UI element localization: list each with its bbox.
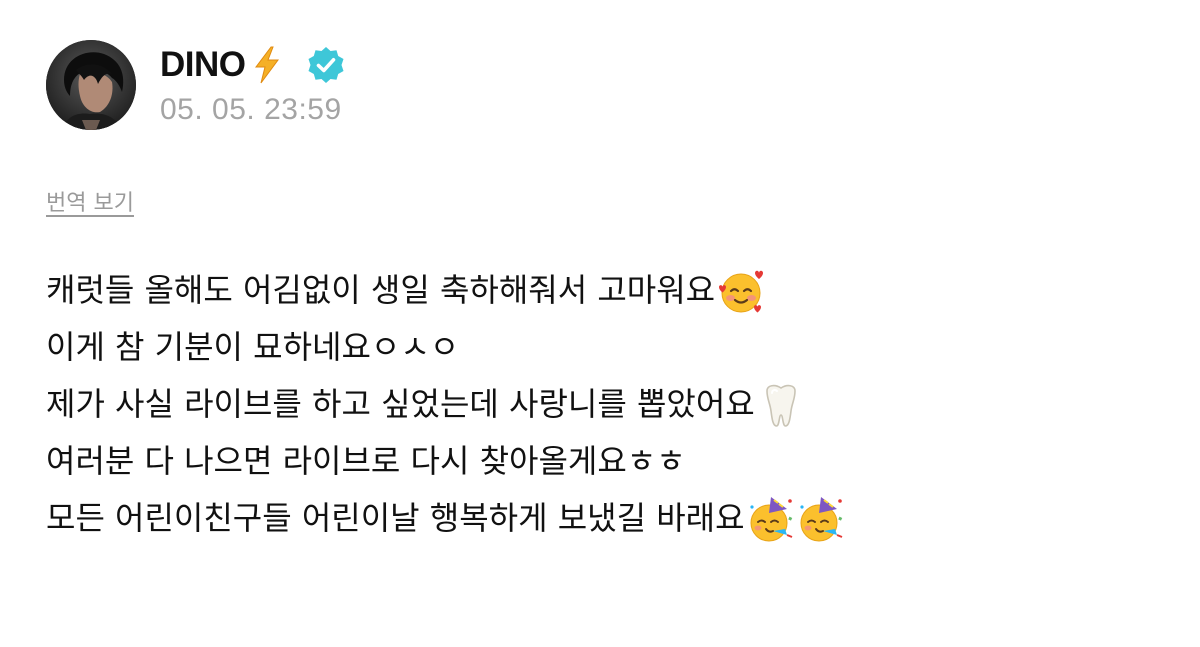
post-line-text: 이게 참 기분이 묘하네요ㅇㅅㅇ <box>46 328 460 366</box>
post-body: 캐럿들 올해도 어김없이 생일 축하해줘서 고마워요 이게 참 기분이 묘하네요… <box>46 262 1156 547</box>
smiling-face-with-hearts-icon <box>717 267 765 315</box>
post-line: 캐럿들 올해도 어김없이 생일 축하해줘서 고마워요 <box>46 262 1156 319</box>
post-line-text: 캐럿들 올해도 어김없이 생일 축하해줘서 고마워요 <box>46 271 716 309</box>
translate-link[interactable]: 번역 보기 <box>46 185 134 217</box>
author-name-row: DINO <box>160 43 346 87</box>
post-line-text: 모든 어린이친구들 어린이날 행복하게 보냈길 바래요 <box>46 499 745 537</box>
tooth-icon <box>757 381 805 429</box>
lightning-bolt-icon <box>252 46 282 84</box>
author-name[interactable]: DINO <box>160 45 246 85</box>
author-meta: DINO 05. 05. 23:59 <box>160 43 346 127</box>
partying-face-icon <box>747 495 795 543</box>
post-timestamp: 05. 05. 23:59 <box>160 93 342 126</box>
post-line: 모든 어린이친구들 어린이날 행복하게 보냈길 바래요 <box>46 490 1156 547</box>
post-header: DINO 05. 05. 23:59 <box>46 40 346 130</box>
partying-face-icon <box>797 495 845 543</box>
verified-badge-icon <box>306 45 346 85</box>
post-line: 제가 사실 라이브를 하고 싶었는데 사랑니를 뽑았어요 <box>46 376 1156 433</box>
post-line: 이게 참 기분이 묘하네요ㅇㅅㅇ <box>46 319 1156 376</box>
post-line-text: 제가 사실 라이브를 하고 싶었는데 사랑니를 뽑았어요 <box>46 385 755 423</box>
post-line: 여러분 다 나으면 라이브로 다시 찾아올게요ㅎㅎ <box>46 433 1156 490</box>
author-avatar[interactable] <box>46 40 136 130</box>
post-card: DINO 05. 05. 23:59 번역 보기 캐럿들 올해도 어김없이 생일… <box>0 0 1200 647</box>
post-line-text: 여러분 다 나으면 라이브로 다시 찾아올게요ㅎㅎ <box>46 442 686 480</box>
